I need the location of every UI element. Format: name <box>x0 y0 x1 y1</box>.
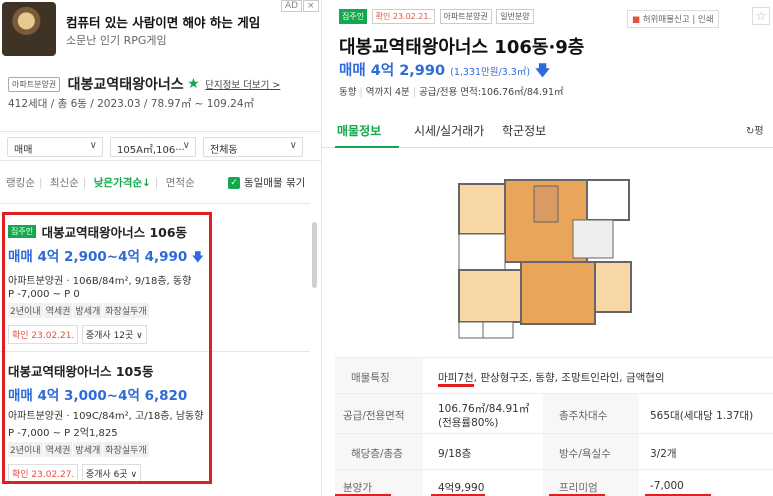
row-label: 해당층/총층 <box>351 448 403 460</box>
group-same-listing-label: 동일매물 묶기 <box>244 177 306 189</box>
chevron-down-icon: ∨ <box>289 140 297 151</box>
station-distance: 역까지 4분 <box>365 87 410 98</box>
area-value: 105A㎡,106··· <box>117 145 185 156</box>
dong-value: 전체동 <box>210 145 238 156</box>
owner-tag: 집주인 <box>339 9 368 24</box>
row-value: 9/18층 <box>438 448 472 460</box>
row-value: -7,000 <box>650 480 684 492</box>
area-info: 공급/전용 면적:106.76㎡/84.91㎡ <box>419 87 564 98</box>
direction: 동향 <box>339 87 357 98</box>
detail-price-per-area: (1,331만원/3.3㎡) <box>450 67 531 78</box>
complex-header: 아파트분양권 대봉교역태왕아너스 ★ 단지정보 더보기 > <box>8 74 280 94</box>
row-value: 106.76㎡/84.91㎡(전용률80%) <box>438 403 530 429</box>
ad-badge: AD <box>281 0 303 12</box>
highlight-box <box>2 212 212 484</box>
confirm-tag: 확인 23.02.21. <box>371 9 436 24</box>
table-row: 매물특징 마피7천, 판상형구조, 동향, 조망트인라인, 금액협의 <box>335 357 773 394</box>
trade-type-select[interactable]: 매매 ∨ <box>7 137 103 157</box>
row-label: 프리미엄 <box>559 482 598 494</box>
tools-label[interactable]: 허위매물신고 | 인쇄 <box>643 15 714 25</box>
sort-options: 랭킹순 | 최신순 | 낮은가격순↓ | 면적순 <box>6 177 195 189</box>
row-value: 4억9,990 <box>438 482 485 494</box>
ad-title[interactable]: 컴퓨터 있는 사람이면 해야 하는 게임 <box>66 12 260 31</box>
refresh-label: 평 <box>754 126 764 137</box>
favorite-star-icon[interactable]: ☆ <box>752 7 770 25</box>
row-label: 매물특징 <box>351 372 390 384</box>
type-tag: 아파트분양권 <box>439 9 492 24</box>
sort-low-price[interactable]: 낮은가격순↓ <box>94 177 151 189</box>
area-select[interactable]: 105A㎡,106··· ∨ <box>110 137 196 157</box>
table-row: 공급/전용면적 106.76㎡/84.91㎡(전용률80%) 총주차대수 565… <box>335 393 773 434</box>
tab-price-history[interactable]: 시세/실거래가 <box>414 122 484 139</box>
detail-tags: 집주인 확인 23.02.21. 아파트분양권 일반분양 <box>339 9 534 24</box>
sort-ranking[interactable]: 랭킹순 <box>6 177 35 189</box>
report-icon[interactable]: ■ <box>632 15 640 25</box>
filter-bar: 매매 ∨ 105A㎡,106··· ∨ 전체동 ∨ <box>0 131 321 161</box>
row-label: 분양가 <box>343 482 372 494</box>
table-row: 분양가 4억9,990 프리미엄 -7,000 <box>335 469 773 496</box>
row-value: 565대(세대당 1.37대) <box>650 410 754 422</box>
row-label: 공급/전용면적 <box>343 410 405 422</box>
detail-info: 동향 | 역까지 4분 | 공급/전용 면적:106.76㎡/84.91㎡ <box>339 87 564 98</box>
chevron-down-icon: ∨ <box>182 140 190 151</box>
complex-name: 대봉교역태왕아너스 <box>67 77 184 93</box>
complex-info-link[interactable]: 단지정보 더보기 > <box>205 80 280 91</box>
checkbox-checked-icon[interactable]: ✓ <box>228 177 240 189</box>
list-scrollbar[interactable] <box>312 222 317 288</box>
row-value: 3/2개 <box>650 448 677 460</box>
ad-close-icon[interactable]: × <box>303 0 319 12</box>
tab-school-info[interactable]: 학군정보 <box>502 122 546 139</box>
sort-area[interactable]: 면적순 <box>166 177 195 189</box>
sort-latest[interactable]: 최신순 <box>50 177 79 189</box>
ad-banner[interactable]: 컴퓨터 있는 사람이면 해야 하는 게임 소문난 인기 RPG게임 AD × <box>0 0 321 62</box>
detail-panel: 집주인 확인 23.02.21. 아파트분양권 일반분양 ■ 허위매물신고 | … <box>322 0 773 496</box>
detail-price-text: 매매 4억 2,990 <box>339 63 446 79</box>
floor-plan-image[interactable] <box>455 176 637 344</box>
table-row: 해당층/총층 9/18층 방수/욕실수 3/2개 <box>335 433 773 470</box>
trade-type-value: 매매 <box>14 145 33 156</box>
sale-type-tag: 일반분양 <box>496 9 534 24</box>
row-value: 마피7천, 판상형구조, 동향, 조망트인라인, 금액협의 <box>438 372 665 384</box>
complex-info: 412세대 / 총 6동 / 2023.03 / 78.97㎡ ~ 109.24… <box>8 98 255 110</box>
price-down-arrow-icon: 🡇 <box>535 63 551 79</box>
tab-listing-info[interactable]: 매물정보 <box>337 122 381 139</box>
detail-tabs: 매물정보 시세/실거래가 학군정보 <box>322 112 773 148</box>
ad-subtitle: 소문난 인기 RPG게임 <box>66 34 167 47</box>
detail-price: 매매 4억 2,990 (1,331만원/3.3㎡) 🡇 <box>339 59 550 85</box>
report-print-tools[interactable]: ■ 허위매물신고 | 인쇄 <box>627 10 719 28</box>
refresh-button[interactable]: ↻평 <box>746 122 764 137</box>
group-same-listing-toggle[interactable]: ✓ 동일매물 묶기 <box>228 175 305 190</box>
detail-title: 대봉교역태왕아너스 106동·9층 <box>339 37 585 58</box>
ad-thumbnail[interactable] <box>2 2 56 56</box>
chevron-down-icon: ∨ <box>89 140 97 151</box>
row-label: 방수/욕실수 <box>559 448 611 460</box>
favorite-star-icon[interactable]: ★ <box>187 76 200 92</box>
row-label: 총주차대수 <box>559 410 608 422</box>
dong-select[interactable]: 전체동 ∨ <box>203 137 303 157</box>
listing-panel: 컴퓨터 있는 사람이면 해야 하는 게임 소문난 인기 RPG게임 AD × 아… <box>0 0 322 496</box>
complex-type-tag: 아파트분양권 <box>8 76 61 92</box>
